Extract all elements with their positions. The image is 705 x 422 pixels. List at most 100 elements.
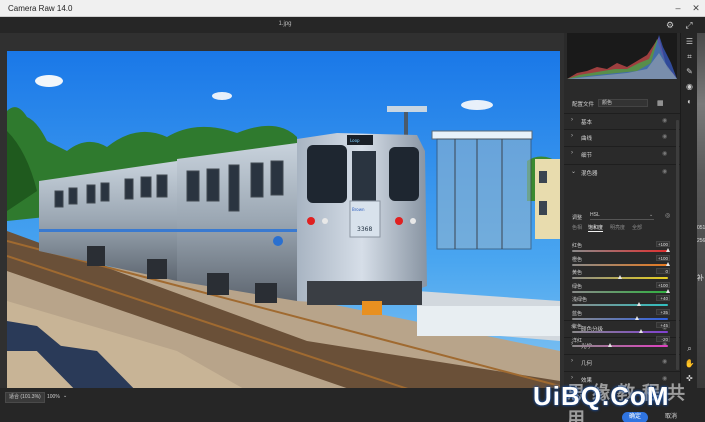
chevron-down-icon[interactable]: ⌄	[571, 168, 576, 175]
zoom-level-select[interactable]: 适合 (101.3%)	[5, 392, 45, 403]
slider-value-input[interactable]: -20	[656, 335, 670, 342]
eye-icon[interactable]: ◉	[662, 168, 667, 175]
slider-row: 绿色 +100	[572, 281, 676, 295]
redeye-icon[interactable]: ◉	[684, 81, 695, 92]
brush-icon[interactable]: ✎	[684, 66, 695, 77]
slider-label: 蓝色	[572, 310, 583, 317]
chevron-right-icon[interactable]: ›	[571, 117, 573, 123]
eye-icon[interactable]: ◉	[662, 117, 667, 124]
slider-track[interactable]	[572, 331, 668, 333]
slider-value-input[interactable]: +45	[656, 322, 670, 328]
svg-text:3368: 3368	[357, 226, 372, 233]
mixer-tab-0[interactable]: 色相	[572, 224, 582, 231]
slider-handle[interactable]	[636, 302, 641, 306]
slider-label: 绿色	[572, 283, 583, 290]
slider-row: 洋红 -20	[572, 335, 676, 349]
chevron-right-icon[interactable]: ›	[571, 358, 573, 364]
section-1[interactable]: › 曲线 ◉	[564, 129, 680, 143]
top-toolbar: 1.jpg ⚙ ⤢	[0, 17, 705, 33]
slider-handle[interactable]	[665, 288, 670, 293]
edit-panel: 配置文件 颜色 ▦ ›基本◉›曲线◉›细节◉⌄混色器◉›颜色分级◉›光学◉›几何…	[564, 33, 680, 388]
chevron-right-icon[interactable]: ›	[571, 150, 573, 156]
adjust-select[interactable]: HSL	[590, 212, 654, 220]
slider-handle[interactable]	[617, 275, 622, 279]
slider-value-input[interactable]: 0	[656, 268, 670, 274]
slider-label: 橙色	[572, 256, 583, 263]
mixer-tab-3[interactable]: 全部	[632, 224, 642, 231]
expand-icon[interactable]: ⤢	[683, 19, 695, 31]
slider-label: 洋红	[572, 337, 583, 344]
section-6[interactable]: › 几何 ◉	[564, 354, 680, 368]
image-canvas[interactable]: Loop Brown 3368	[0, 33, 564, 402]
slider-track[interactable]	[572, 344, 668, 347]
panel-scrollbar[interactable]	[676, 120, 679, 370]
peek-text-3: 补	[697, 275, 704, 282]
mixer-panel: 调整 HSL ⌄ ◎ 色相 饱和度 明亮度 全部 红色 +100 橙色 +100 黄色 0 绿色 +…	[564, 208, 680, 356]
slider-track[interactable]	[572, 250, 668, 252]
background-window-peek	[697, 33, 705, 388]
slider-handle[interactable]	[665, 248, 670, 252]
section-3[interactable]: ⌄ 混色器 ◉	[564, 164, 680, 178]
profile-label: 配置文件	[572, 102, 595, 108]
section-label: 基本	[581, 120, 593, 126]
photo-preview[interactable]: Loop Brown 3368	[7, 51, 560, 402]
slider-label: 紫色	[572, 324, 583, 330]
sliders-icon[interactable]: ☰	[684, 36, 695, 47]
histogram	[567, 33, 677, 79]
hand-icon[interactable]: ✋	[684, 358, 695, 369]
svg-text:Brown: Brown	[352, 207, 365, 212]
watermark-logo: UiBQ.CoM	[533, 381, 670, 411]
slider-value-input[interactable]: +100	[656, 254, 670, 261]
section-label: 混色器	[581, 171, 598, 177]
close-icon[interactable]: ✕	[690, 2, 702, 14]
chevron-down-icon[interactable]: ⌄	[649, 212, 653, 218]
gear-icon[interactable]: ⚙	[664, 19, 676, 31]
slider-handle[interactable]	[634, 315, 639, 320]
window-title: Camera Raw 14.0	[8, 4, 73, 13]
profile-browser-icon[interactable]: ▦	[657, 99, 664, 107]
slider-row: 蓝色 +35	[572, 308, 676, 322]
crop-icon[interactable]: ⌗	[684, 51, 695, 62]
slider-track[interactable]	[572, 290, 668, 293]
slider-label: 黄色	[572, 270, 583, 276]
slider-handle[interactable]	[638, 329, 643, 333]
section-0[interactable]: › 基本 ◉	[564, 113, 680, 127]
window-title-bar: Camera Raw 14.0 – ✕	[0, 0, 705, 17]
section-label: 细节	[581, 153, 593, 159]
eye-icon[interactable]: ◉	[662, 358, 667, 365]
eye-icon[interactable]: ◉	[662, 150, 667, 157]
tool-strip: 051 256 补 ☰ ⌗ ✎ ◉ ◐ ⌕ ✋ ✜	[680, 33, 705, 388]
slider-track[interactable]	[572, 263, 668, 266]
slider-row: 浅绿色 +40	[572, 295, 676, 308]
section-label: 几何	[581, 361, 593, 367]
section-2[interactable]: › 细节 ◉	[564, 146, 680, 160]
zoom-100-button[interactable]: 100%	[47, 394, 60, 400]
slider-handle[interactable]	[665, 261, 670, 266]
zoom-icon[interactable]: ⌕	[684, 343, 695, 354]
slider-label: 红色	[572, 243, 583, 249]
peek-text-1: 051	[697, 225, 705, 231]
slider-row: 紫色 +45	[572, 322, 676, 335]
profile-row: 配置文件 颜色 ▦	[564, 97, 680, 109]
slider-label: 浅绿色	[572, 297, 588, 303]
minimize-icon[interactable]: –	[672, 2, 684, 14]
slider-value-input[interactable]: +100	[656, 281, 670, 288]
slider-row: 红色 +100	[572, 241, 676, 254]
profile-select[interactable]: 颜色	[598, 99, 648, 107]
slider-value-input[interactable]: +40	[656, 295, 670, 301]
mixer-tab-2[interactable]: 明亮度	[610, 224, 625, 231]
slider-handle[interactable]	[607, 342, 612, 347]
mixer-tab-1[interactable]: 饱和度	[588, 224, 604, 232]
chevron-right-icon[interactable]: ›	[571, 133, 573, 139]
slider-value-input[interactable]: +35	[656, 308, 670, 315]
slider-row: 橙色 +100	[572, 254, 676, 268]
slider-value-input[interactable]: +100	[656, 241, 670, 247]
eye-icon[interactable]: ◉	[662, 133, 667, 140]
slider-track[interactable]	[572, 304, 668, 306]
chevron-down-icon[interactable]: ⌄	[63, 393, 67, 399]
mask-icon[interactable]: ◐	[684, 96, 695, 107]
svg-text:Loop: Loop	[350, 138, 360, 143]
target-adjust-icon[interactable]: ◎	[665, 212, 670, 219]
mixer-tabs: 色相 饱和度 明亮度 全部	[572, 224, 676, 233]
slider-track[interactable]	[572, 317, 668, 320]
